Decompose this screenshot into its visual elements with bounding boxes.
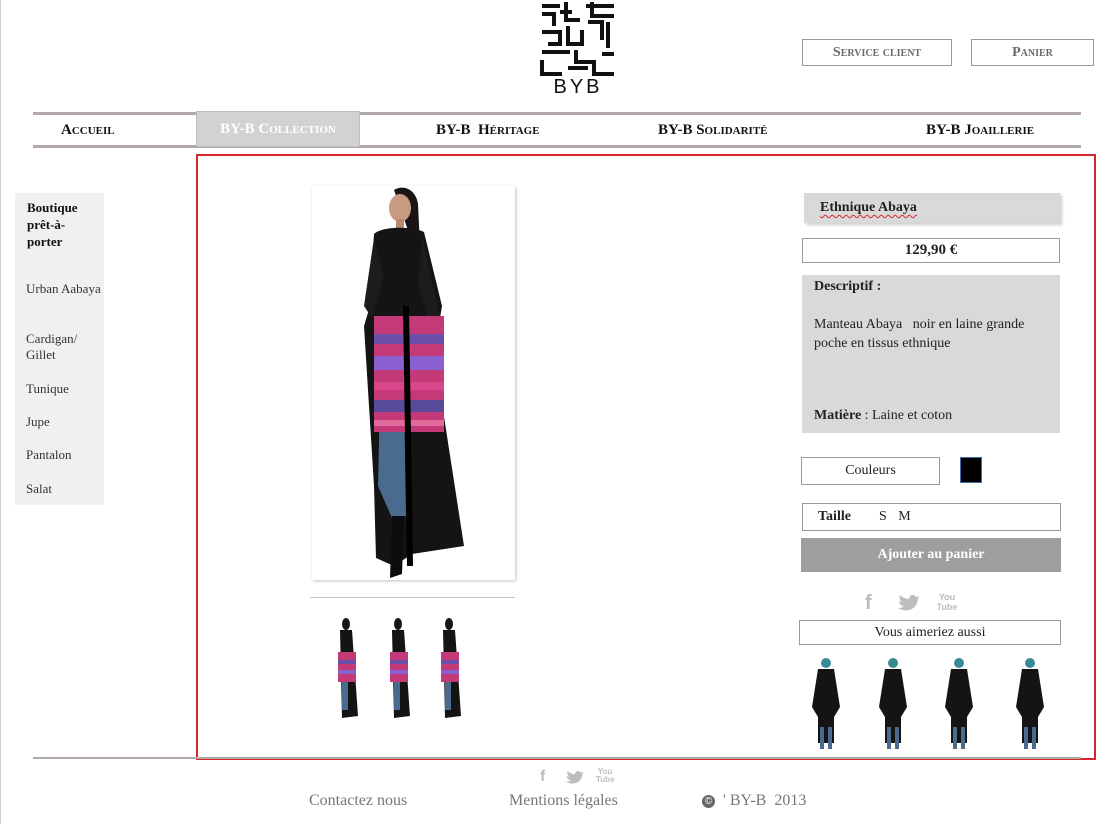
recommended-product[interactable] [1016, 657, 1044, 753]
sidebar: Boutique prêt-à-porter Urban Aabaya Card… [15, 193, 104, 505]
service-client-button[interactable]: Service client [802, 39, 952, 66]
couleurs-button[interactable]: Couleurs [801, 457, 940, 485]
thumbnail-figure [390, 618, 410, 718]
size-option-m[interactable]: M [898, 509, 910, 524]
material-label: Matière [814, 408, 862, 423]
recommended-figure [879, 658, 907, 749]
product-title: Ethnique Abaya [804, 193, 1060, 223]
copyright-icon: © [702, 794, 715, 808]
sidebar-item-salat[interactable]: Salat [26, 481, 101, 497]
product-price: 129,90 € [802, 238, 1060, 263]
size-selector: Taille S M [802, 503, 1061, 531]
byb-logo[interactable]: BYB [540, 0, 616, 100]
product-main-image[interactable] [312, 186, 515, 580]
recommended-product[interactable] [945, 657, 973, 753]
size-label: Taille [818, 509, 851, 524]
recommendations-header: Vous aimeriez aussi [799, 620, 1061, 645]
twitter-icon[interactable] [898, 594, 920, 617]
size-option-s[interactable]: S [879, 509, 887, 524]
recommended-figure [945, 658, 973, 749]
description-text: Manteau Abaya noir en laine grande poche… [814, 317, 1028, 351]
gallery-divider [310, 597, 515, 598]
description-label: Descriptif : [814, 279, 882, 294]
thumbnail-figure [441, 618, 461, 718]
nav-item-joaillerie[interactable]: BY-B Joaillerie [926, 117, 1034, 143]
thumbnail-figure [338, 618, 358, 718]
youtube-icon[interactable]: You Tube [936, 592, 958, 612]
product-thumbnail[interactable] [382, 616, 418, 720]
nav-top-rule [33, 112, 1081, 115]
footer-rule [33, 757, 1081, 759]
recommended-product[interactable] [812, 657, 840, 753]
footer-youtube-icon[interactable]: You Tube [596, 767, 615, 784]
product-description-panel: Descriptif : Manteau Abaya noir en laine… [802, 275, 1060, 433]
footer-twitter-icon[interactable] [566, 770, 584, 790]
sidebar-item-pantalon[interactable]: Pantalon [26, 447, 101, 463]
product-thumbnail[interactable] [332, 616, 368, 720]
sidebar-item-urban-aabaya[interactable]: Urban Aabaya [26, 281, 101, 297]
page-left-border [0, 0, 1, 824]
footer-mentions-link[interactable]: Mentions légales [509, 792, 618, 810]
nav-item-accueil[interactable]: Accueil [61, 117, 115, 143]
sidebar-item-tunique[interactable]: Tunique [26, 381, 101, 397]
recommended-product[interactable] [879, 657, 907, 753]
product-thumbnail[interactable] [433, 616, 469, 720]
nav-bottom-rule [33, 145, 1081, 148]
copyright-text: ' BY-B 2013 [723, 792, 807, 809]
logo-text: BYB [553, 76, 603, 98]
facebook-icon[interactable]: f [865, 592, 872, 615]
footer-youtube-icon-text: You Tube [596, 767, 615, 784]
nav-item-collection[interactable]: BY-B Collection [196, 111, 360, 147]
panier-button[interactable]: Panier [971, 39, 1094, 66]
nav-item-solidarite[interactable]: BY-B Solidarité [658, 117, 768, 143]
material-value: : Laine et coton [861, 408, 953, 423]
recommended-figure [1016, 658, 1044, 749]
sidebar-item-jupe[interactable]: Jupe [26, 414, 101, 430]
nav-item-heritage[interactable]: BY-B Héritage [436, 117, 540, 143]
footer-facebook-icon[interactable]: f [540, 768, 545, 786]
material-line: Matière : Laine et coton [814, 408, 952, 424]
footer-copyright: © ' BY-B 2013 [702, 792, 806, 810]
abaya-model-figure [364, 187, 464, 578]
youtube-icon-text: You Tube [936, 592, 958, 612]
color-swatch-black[interactable] [960, 457, 982, 483]
sidebar-title: Boutique prêt-à-porter [27, 200, 78, 249]
product-title-text: Ethnique Abaya [820, 200, 917, 215]
recommended-figure [812, 658, 840, 749]
logo-glyph-icon [540, 2, 614, 76]
footer-contact-link[interactable]: Contactez nous [309, 792, 407, 810]
sidebar-item-cardigan[interactable]: Cardigan/ Gillet [26, 331, 101, 363]
add-to-cart-button[interactable]: Ajouter au panier [801, 538, 1061, 572]
